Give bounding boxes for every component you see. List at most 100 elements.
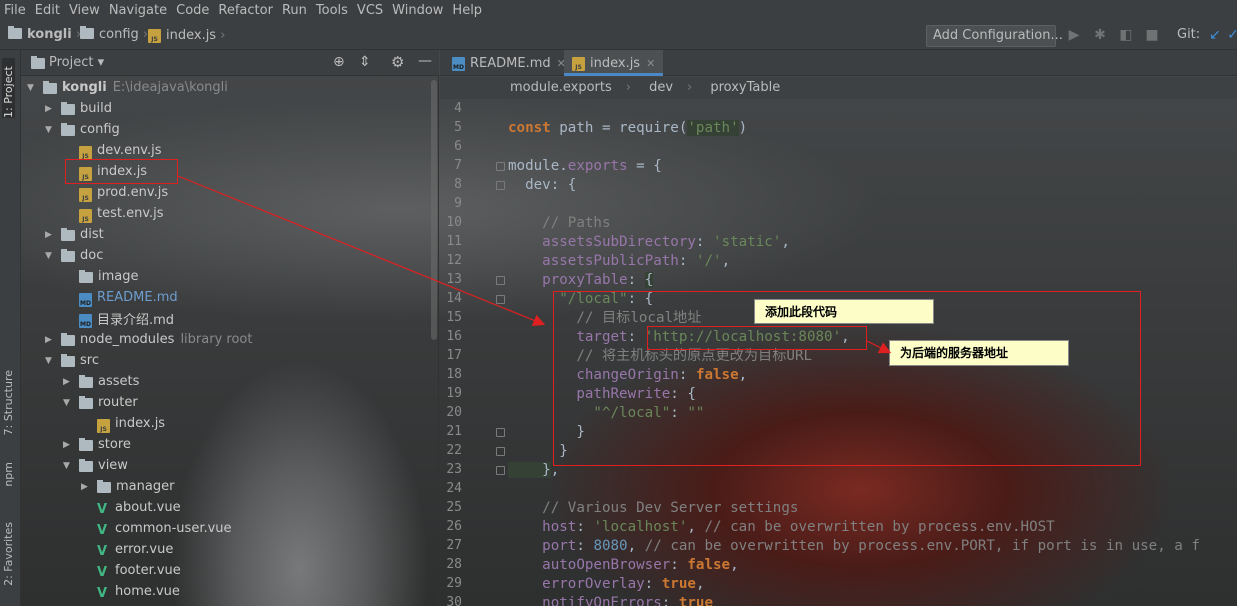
chevron-down-icon[interactable]: ▼ xyxy=(63,461,79,471)
git-update-icon[interactable]: ↙ xyxy=(1207,27,1223,43)
fold-marker-icon[interactable] xyxy=(496,162,505,171)
highlight-box-target xyxy=(647,326,867,350)
tree-item[interactable]: MD 目录介绍.md xyxy=(63,308,174,329)
chevron-right-icon[interactable]: ▶ xyxy=(45,104,61,114)
line-number: 21 xyxy=(446,424,462,439)
tree-item[interactable]: Vabout.vue xyxy=(81,497,181,518)
tree-item[interactable]: JS prod.env.js xyxy=(63,182,168,203)
fold-marker-icon[interactable] xyxy=(496,466,505,475)
markdown-file-icon: MD xyxy=(79,313,92,328)
menu-help[interactable]: Help xyxy=(452,3,482,18)
code-token: // can be overwritten by process.env.HOS… xyxy=(704,519,1055,535)
close-icon[interactable]: ✕ xyxy=(646,57,655,70)
coverage-icon[interactable]: ◧ xyxy=(1118,27,1134,43)
collapse-all-icon[interactable]: ⇕ xyxy=(359,54,371,70)
menu-navigate[interactable]: Navigate xyxy=(109,3,167,18)
tree-item[interactable]: ▶ dist xyxy=(45,224,104,245)
debug-icon[interactable]: ✱ xyxy=(1092,27,1108,43)
code-line: port: 8080, // can be overwritten by pro… xyxy=(508,537,1200,556)
tree-item[interactable]: ▼ src xyxy=(45,350,99,371)
tool-tab-structure[interactable]: 7: Structure xyxy=(2,370,15,435)
chevron-down-icon[interactable]: ▼ xyxy=(45,125,61,135)
annotation-add-code: 添加此段代码 xyxy=(754,299,934,324)
menu-window[interactable]: Window xyxy=(392,3,443,18)
line-number: 24 xyxy=(446,481,462,496)
run-icon[interactable]: ▶ xyxy=(1066,27,1082,43)
tool-tab-favorites[interactable]: 2: Favorites xyxy=(2,522,15,586)
tree-item[interactable]: MD README.md xyxy=(63,287,178,308)
gear-icon[interactable]: ⚙ xyxy=(391,53,404,71)
menu-refactor[interactable]: Refactor xyxy=(218,3,273,18)
project-panel-title[interactable]: Project ▾ xyxy=(49,55,104,70)
editor-breadcrumb-item[interactable]: dev xyxy=(649,80,673,95)
tree-item[interactable]: JS dev.env.js xyxy=(63,140,162,161)
code-token: assetsSubDirectory xyxy=(508,234,696,250)
tree-item[interactable]: Verror.vue xyxy=(81,539,173,560)
tree-item[interactable]: Vcommon-user.vue xyxy=(81,518,232,539)
fold-marker-icon[interactable] xyxy=(496,181,505,190)
tab-readme[interactable]: MD README.md ✕ xyxy=(444,50,574,76)
chevron-right-icon[interactable]: ▶ xyxy=(63,377,79,387)
code-line: errorOverlay: true, xyxy=(508,575,704,594)
stop-icon[interactable]: ■ xyxy=(1144,27,1160,43)
tool-tab-project[interactable]: 1: Project xyxy=(2,58,15,118)
tree-item[interactable]: JS test.env.js xyxy=(63,203,164,224)
project-panel-header: Project ▾ ⊕ ⇕ ⚙ — xyxy=(21,50,439,76)
fold-marker-icon[interactable] xyxy=(496,447,505,456)
folder-icon xyxy=(61,102,75,115)
chevron-down-icon[interactable]: ▼ xyxy=(63,398,79,408)
menu-edit[interactable]: Edit xyxy=(35,3,60,18)
code-token: 'static' xyxy=(713,234,782,250)
js-file-icon: JS xyxy=(79,208,92,223)
code-line: notifyOnErrors: true xyxy=(508,594,713,606)
breadcrumb-file[interactable]: JS index.js › xyxy=(148,27,225,43)
tree-item[interactable]: image xyxy=(63,266,139,287)
chevron-right-icon[interactable]: ▶ xyxy=(63,440,79,450)
menu-view[interactable]: View xyxy=(69,3,100,18)
chevron-down-icon[interactable]: ▼ xyxy=(45,251,61,261)
menu-tools[interactable]: Tools xyxy=(316,3,348,18)
minimize-icon[interactable]: — xyxy=(418,53,432,69)
fold-marker-icon[interactable] xyxy=(496,295,505,304)
tree-item[interactable]: ▶ manager xyxy=(81,476,174,497)
chevron-right-icon[interactable]: ▶ xyxy=(45,335,61,345)
tab-index-js[interactable]: JS index.js ✕ xyxy=(564,50,664,76)
breadcrumb-project[interactable]: kongli › xyxy=(8,26,81,42)
tree-item[interactable]: ▶ store xyxy=(63,434,131,455)
line-number: 7 xyxy=(454,158,462,173)
code-token: , xyxy=(627,538,645,554)
tree-item[interactable]: ▼ view xyxy=(63,455,128,476)
chevron-down-icon[interactable]: ▼ xyxy=(27,83,43,93)
code-line: }, xyxy=(508,461,559,480)
tree-item[interactable]: ▶ assets xyxy=(63,371,139,392)
chevron-right-icon[interactable]: ▶ xyxy=(45,230,61,240)
vue-file-icon: V xyxy=(97,586,108,601)
editor-breadcrumb-item[interactable]: proxyTable xyxy=(710,80,780,95)
menu-run[interactable]: Run xyxy=(282,3,307,18)
chevron-right-icon[interactable]: ▶ xyxy=(81,482,97,492)
fold-marker-icon[interactable] xyxy=(496,276,505,285)
menu-code[interactable]: Code xyxy=(176,3,209,18)
editor-breadcrumb-item[interactable]: module.exports xyxy=(510,80,612,95)
tree-item[interactable]: JS index.js xyxy=(81,413,165,434)
tool-tab-npm[interactable]: npm xyxy=(2,462,15,487)
tree-item[interactable]: ▼ router xyxy=(63,392,138,413)
tree-item[interactable]: Vhome.vue xyxy=(81,581,180,602)
tree-item[interactable]: ▼ kongli E:\ideajava\kongli xyxy=(27,77,228,98)
project-scrollbar[interactable] xyxy=(431,80,437,340)
tree-item-label: node_modules xyxy=(80,332,175,347)
menu-vcs[interactable]: VCS xyxy=(357,3,383,18)
tree-item[interactable]: ▶ node_modules library root xyxy=(45,329,252,350)
tree-item[interactable]: Vfooter.vue xyxy=(81,560,181,581)
locate-icon[interactable]: ⊕ xyxy=(333,54,345,70)
tree-item[interactable]: ▶ build xyxy=(45,98,112,119)
folder-icon xyxy=(79,438,93,451)
git-commit-icon[interactable]: ✓ xyxy=(1225,27,1237,43)
fold-marker-icon[interactable] xyxy=(496,428,505,437)
tree-item[interactable]: ▼ config xyxy=(45,119,120,140)
add-configuration-button[interactable]: Add Configuration... xyxy=(926,25,1063,47)
breadcrumb-folder[interactable]: config › xyxy=(80,26,148,42)
tree-item[interactable]: ▼ doc xyxy=(45,245,103,266)
menu-file[interactable]: File xyxy=(4,3,26,18)
chevron-down-icon[interactable]: ▼ xyxy=(45,356,61,366)
